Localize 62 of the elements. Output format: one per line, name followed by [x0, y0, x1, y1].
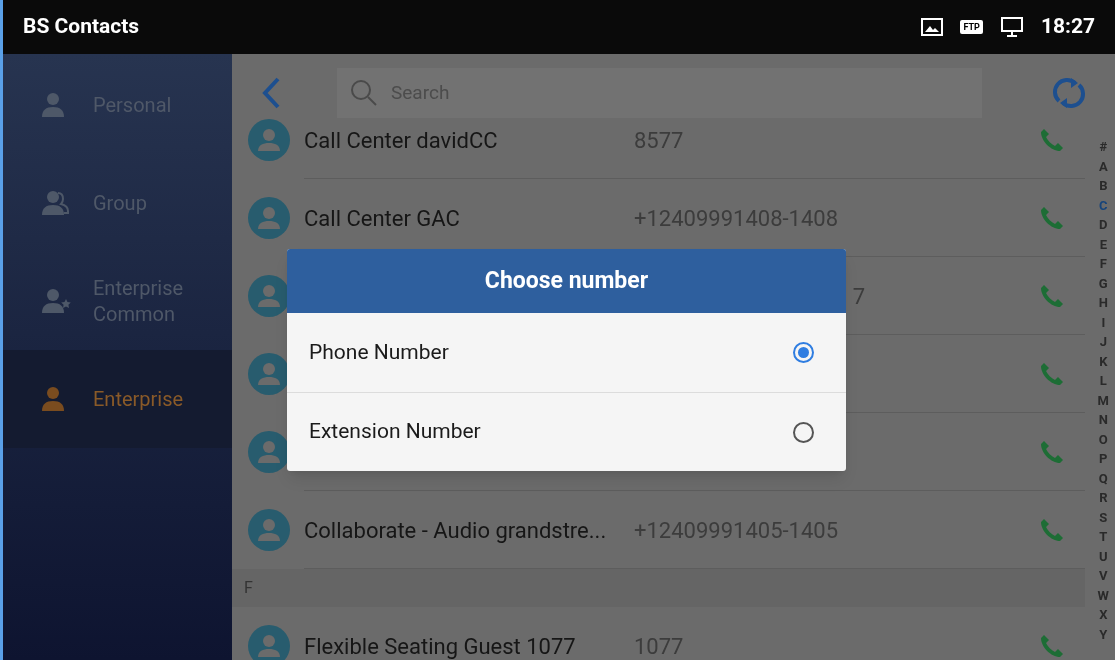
radio-option[interactable]: Phone Number: [287, 313, 846, 392]
index-letter[interactable]: N: [1098, 410, 1108, 430]
phone-icon[interactable]: [1039, 517, 1065, 543]
index-letter[interactable]: E: [1099, 234, 1107, 254]
ftp-badge: FTP: [960, 20, 983, 34]
radio-button[interactable]: [793, 342, 814, 363]
clock-time: 18:27: [1040, 13, 1095, 41]
monitor-icon: [998, 15, 1025, 39]
index-letter[interactable]: H: [1098, 293, 1108, 313]
avatar-icon: [248, 197, 290, 239]
index-letter[interactable]: B: [1099, 176, 1108, 196]
index-letter[interactable]: W: [1097, 585, 1109, 605]
sidebar-label: Enterprise: [93, 386, 185, 412]
index-letter[interactable]: D: [1099, 215, 1108, 235]
option-label: Extension Number: [309, 418, 481, 446]
sidebar-item[interactable]: Enterprise: [3, 350, 232, 448]
index-letter[interactable]: T: [1099, 527, 1108, 547]
index-letter[interactable]: G: [1098, 273, 1108, 293]
index-letter[interactable]: R: [1099, 488, 1108, 508]
search-icon: [349, 78, 379, 108]
index-letter[interactable]: X: [1099, 605, 1108, 625]
radio-option[interactable]: Extension Number: [287, 392, 846, 471]
index-letter[interactable]: S: [1099, 507, 1108, 527]
index-letter[interactable]: Q: [1098, 468, 1108, 488]
contact-name[interactable]: Call Center GAC: [304, 201, 634, 235]
index-letter[interactable]: P: [1099, 449, 1108, 469]
avatar-icon: [248, 431, 290, 473]
app-title: BS Contacts: [23, 13, 140, 41]
index-letter[interactable]: J: [1099, 332, 1107, 352]
index-letter[interactable]: C: [1099, 195, 1108, 215]
radio-button[interactable]: [793, 421, 814, 443]
contact-name[interactable]: Collaborate - Audio grandstre...: [304, 513, 634, 547]
avatar-icon: [248, 509, 290, 551]
dialog-title: Choose number: [287, 249, 846, 313]
back-icon[interactable]: [260, 76, 282, 110]
phone-icon[interactable]: [1039, 361, 1065, 387]
image-icon: [920, 16, 945, 38]
phone-icon[interactable]: [1039, 205, 1065, 231]
contact-name[interactable]: Call Center davidCC: [304, 123, 634, 157]
phone-icon[interactable]: [1039, 633, 1065, 659]
index-letter[interactable]: I: [1101, 312, 1106, 332]
index-letter[interactable]: U: [1099, 546, 1108, 566]
avatar-icon: [248, 119, 290, 161]
refresh-icon[interactable]: [1051, 75, 1087, 111]
phone-icon[interactable]: [1039, 127, 1065, 153]
phone-icon[interactable]: [1039, 283, 1065, 309]
index-letter[interactable]: O: [1098, 429, 1108, 449]
contact-name[interactable]: Flexible Seating Guest 1077: [304, 629, 634, 660]
phone-icon[interactable]: [1039, 439, 1065, 465]
index-letter[interactable]: F: [1099, 254, 1107, 274]
index-letter[interactable]: M: [1097, 390, 1109, 410]
people-icon: [41, 189, 71, 217]
index-letter[interactable]: #: [1099, 137, 1108, 157]
person-star-icon: [41, 287, 71, 315]
avatar-icon: [248, 275, 290, 317]
index-letter[interactable]: V: [1099, 566, 1108, 586]
avatar-icon: [248, 353, 290, 395]
index-letter[interactable]: L: [1099, 371, 1107, 391]
index-letter[interactable]: Y: [1099, 624, 1108, 644]
option-label: Phone Number: [309, 338, 449, 366]
index-letter[interactable]: A: [1098, 156, 1108, 176]
index-letter[interactable]: K: [1099, 351, 1108, 371]
